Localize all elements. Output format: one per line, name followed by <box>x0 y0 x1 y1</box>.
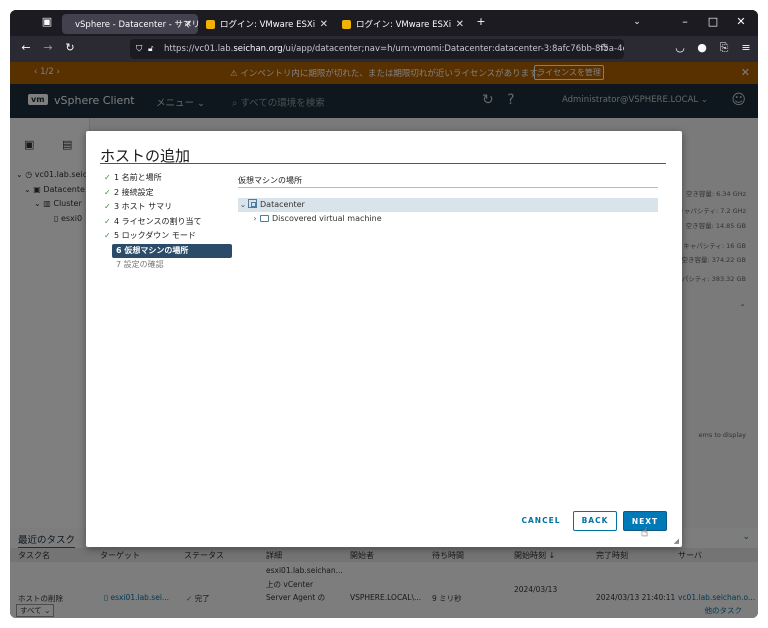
url-host: seichan.org <box>233 44 283 54</box>
hand-cursor-icon: ☝ <box>641 525 649 539</box>
vm-location-tree: ⌄ Datacenter › Discovered virtual machine <box>238 198 658 226</box>
close-tab-icon[interactable]: ✕ <box>184 19 192 30</box>
extensions-icon[interactable]: ⎘ <box>716 41 732 55</box>
account-icon[interactable]: ● <box>694 41 710 54</box>
wizard-steps: ✓ 1 名前と場所 ✓ 2 接続設定 ✓ 3 ホスト サマリ ✓ 4 ライセンスの割り当… <box>100 171 232 273</box>
step-label: 1 名前と場所 <box>114 173 162 182</box>
esxi-favicon-icon <box>206 19 215 29</box>
chevron-right-icon[interactable]: › <box>250 212 260 226</box>
tree-node-label: Discovered virtual machine <box>272 214 382 223</box>
new-tab-icon[interactable]: + <box>472 15 490 28</box>
title-divider <box>100 163 666 164</box>
check-icon: ✓ <box>104 216 111 226</box>
hamburger-menu-icon[interactable]: ≡ <box>738 41 754 54</box>
wizard-step-6[interactable]: 6 仮想マシンの場所 <box>112 243 232 258</box>
resize-handle-icon[interactable]: ◢ <box>674 537 679 545</box>
step-label: 5 ロックダウン モード <box>114 231 196 240</box>
folder-icon <box>260 215 269 222</box>
step-label: 6 仮想マシンの場所 <box>116 245 189 255</box>
wizard-step-4[interactable]: ✓ 4 ライセンスの割り当て <box>100 215 232 230</box>
step-label: 3 ホスト サマリ <box>114 202 173 211</box>
add-host-dialog: ホストの追加 ✓ 1 名前と場所 ✓ 2 接続設定 ✓ 3 ホスト サマリ ✓ 4 ライ… <box>86 131 682 547</box>
lock-warning-icon[interactable]: 🔓︎ <box>148 44 154 54</box>
minimize-icon[interactable]: – <box>676 15 694 28</box>
back-arrow-icon[interactable]: ← <box>18 41 34 54</box>
close-tab-icon[interactable]: ✕ <box>320 19 328 30</box>
section-divider <box>238 187 658 188</box>
url-toolbar: ← → ↻ ⛉ 🔓︎ https://vc01.lab. seichan.org /… <box>10 36 758 62</box>
check-icon: ✓ <box>104 202 111 211</box>
cancel-button[interactable]: CANCEL <box>516 511 566 531</box>
tab-overview-icon[interactable]: ▣ <box>38 15 56 28</box>
step-label: 4 ライセンスの割り当て <box>114 216 202 226</box>
tree-node-datacenter[interactable]: ⌄ Datacenter <box>238 198 658 212</box>
url-path: /ui/app/datacenter;nav=h/urn:vmomi:Datac… <box>282 44 624 54</box>
address-bar[interactable]: ⛉ 🔓︎ https://vc01.lab. seichan.org/ui/app… <box>130 39 624 59</box>
tab-title: vSphere - Datacenter - サマリ <box>75 20 201 30</box>
shield-icon[interactable]: ⛉ <box>136 44 142 54</box>
wizard-step-5[interactable]: ✓ 5 ロックダウン モード <box>100 229 232 244</box>
wizard-step-7: 7 設定の確認 <box>100 258 232 273</box>
tree-node-label: Datacenter <box>260 200 305 209</box>
wizard-step-2[interactable]: ✓ 2 接続設定 <box>100 186 232 201</box>
reload-icon[interactable]: ↻ <box>62 41 78 54</box>
section-title: 仮想マシンの場所 <box>238 176 302 185</box>
url-prefix: https://vc01.lab. <box>164 44 234 54</box>
browser-tab-esxi-2[interactable]: ログイン: VMware ESXi ✕ <box>334 14 470 34</box>
tab-title: ログイン: VMware ESXi <box>220 20 316 30</box>
tree-node-discovered-vm[interactable]: › Discovered virtual machine <box>238 212 658 226</box>
close-tab-icon[interactable]: ✕ <box>456 19 464 30</box>
browser-tab-vsphere[interactable]: vSphere - Datacenter - サマリ ✕ <box>62 14 201 34</box>
check-icon: ✓ <box>104 231 111 240</box>
forward-arrow-icon[interactable]: → <box>40 41 56 54</box>
esxi-favicon-icon <box>342 19 351 29</box>
chevron-down-icon[interactable]: ⌄ <box>238 198 248 212</box>
maximize-icon[interactable]: □ <box>704 15 722 28</box>
step-label: 7 設定の確認 <box>116 260 164 269</box>
step-label: 2 接続設定 <box>114 187 154 197</box>
close-window-icon[interactable]: ✕ <box>732 15 750 28</box>
wizard-step-1[interactable]: ✓ 1 名前と場所 <box>100 171 232 186</box>
browser-tab-esxi-1[interactable]: ログイン: VMware ESXi ✕ <box>198 14 334 34</box>
tab-bar: ▣ vSphere - Datacenter - サマリ ✕ ログイン: VMw… <box>10 10 758 36</box>
tab-list-chevron-icon[interactable]: ⌄ <box>628 17 646 27</box>
wizard-step-3[interactable]: ✓ 3 ホスト サマリ <box>100 200 232 215</box>
datacenter-icon <box>248 199 257 208</box>
back-button[interactable]: BACK <box>573 511 617 531</box>
check-icon: ✓ <box>104 187 111 197</box>
check-icon: ✓ <box>104 173 111 182</box>
pocket-icon[interactable]: ◡ <box>672 41 688 54</box>
tab-title: ログイン: VMware ESXi <box>356 20 452 30</box>
bookmark-star-icon[interactable]: ☆ <box>596 41 612 54</box>
